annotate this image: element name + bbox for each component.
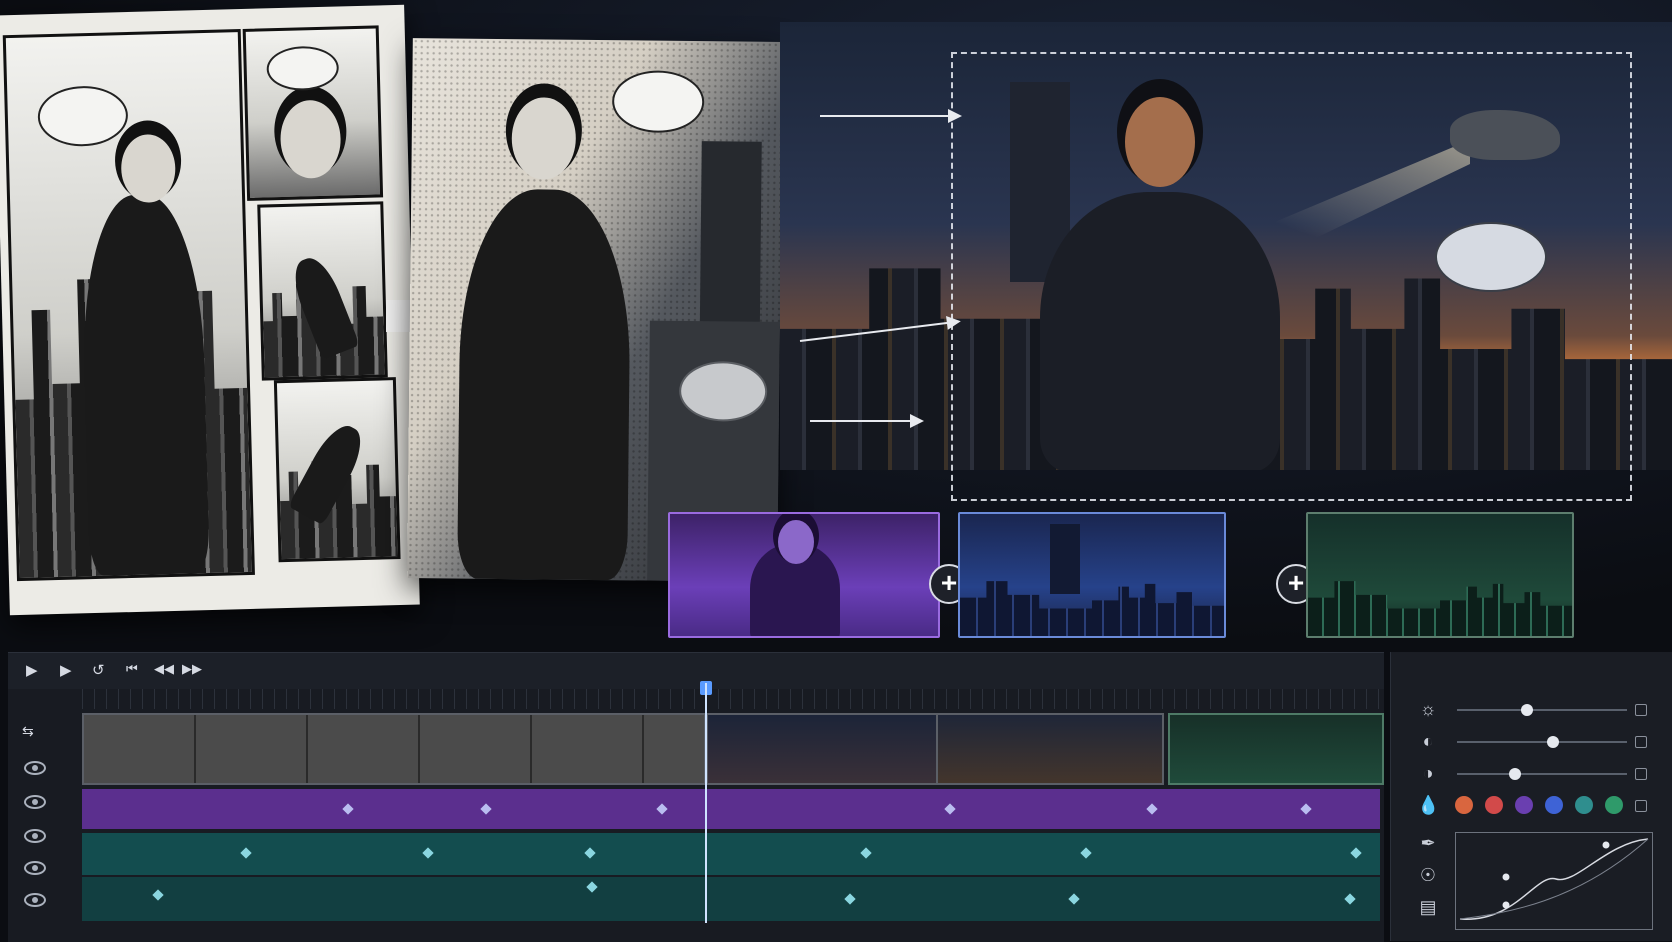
color-swatch[interactable] [1575,796,1593,814]
expand-icon[interactable] [1635,800,1647,812]
audio-track-lane-2[interactable] [82,877,1380,921]
keyframe[interactable] [422,847,434,859]
keyframe[interactable] [944,803,956,815]
timeline-clip-skyline[interactable] [1168,713,1384,785]
curve-point[interactable] [1502,901,1510,909]
keyframe[interactable] [1080,847,1092,859]
visibility-eye-icon[interactable] [24,761,46,775]
brightness-icon: ☼ [1419,699,1437,719]
timeline-ruler[interactable] [82,689,1384,709]
speech-bubble-gray [678,360,768,422]
brightness-slider-knob[interactable] [1521,704,1533,716]
rewind-icon[interactable]: ⏮ [126,661,138,677]
artwork-stage: + + [0,0,1672,650]
keyframe[interactable] [844,893,856,905]
tint-icon: 💧 [1417,795,1440,815]
toned-panel[interactable] [407,38,783,582]
tone-curve[interactable] [1456,833,1652,929]
timeline-clip-dusk[interactable] [936,713,1164,785]
color-swatch[interactable] [1455,796,1473,814]
keyframe[interactable] [152,889,164,901]
visibility-eye-icon[interactable] [24,893,46,907]
brightness-slider[interactable] [1457,704,1627,716]
comic-panel-action-2[interactable] [273,377,401,563]
crop-selection-frame[interactable] [951,52,1632,501]
comic-panel-action-1[interactable] [257,201,388,381]
reset-icon[interactable] [1635,704,1647,716]
flow-arrow [820,109,962,123]
transport-bar: ▶​ ▶ ↺ ⏮ ◀◀ ▶▶ [8,653,1384,689]
shadow-icon: ◑ [1422,763,1434,783]
contrast-slider-knob[interactable] [1547,736,1559,748]
contrast-slider[interactable] [1457,736,1627,748]
tone-curve-editor[interactable] [1455,832,1653,930]
flow-arrow [810,414,924,428]
keyframe[interactable] [656,803,668,815]
color-swatch[interactable] [1485,796,1503,814]
audio-track-lane-1[interactable] [82,833,1380,875]
visibility-eye-icon[interactable] [24,829,46,843]
layer-thumb-skyline[interactable] [1306,512,1574,638]
speech-bubble-small [266,45,340,92]
track-header-video: ⇆ [8,723,74,751]
prev-frame-icon[interactable]: ◀◀ [154,661,174,677]
contrast-icon: ◐ [1422,731,1434,751]
keyframe[interactable] [1344,893,1356,905]
layer-thumb-background[interactable] [958,512,1226,638]
keyframe[interactable] [1146,803,1158,815]
play-icon[interactable]: ▶ [60,661,72,679]
reset-icon[interactable] [1635,736,1647,748]
timeline-clip-night[interactable] [706,713,938,785]
compass-icon[interactable]: ☉ [1417,864,1439,886]
keyframe[interactable] [342,803,354,815]
keyframe[interactable] [1350,847,1362,859]
curve-point[interactable] [1502,873,1510,881]
shadows-slider-knob[interactable] [1509,768,1521,780]
comic-page[interactable] [0,4,420,616]
playhead[interactable] [705,683,707,923]
layer-thumb-character[interactable] [668,512,940,638]
visibility-eye-icon[interactable] [24,795,46,809]
speech-bubble [611,70,705,134]
keyframe[interactable] [1300,803,1312,815]
color-adjust-panel: ☼ ◐ ◑ 💧 ✒ ☉ ▤ [1390,652,1672,941]
timeline-editor: ▶​ ▶ ↺ ⏮ ◀◀ ▶▶ ⇆ [8,652,1384,942]
reset-icon[interactable] [1635,768,1647,780]
shadows-slider[interactable] [1457,768,1627,780]
loop-icon[interactable]: ↺ [92,661,105,679]
visibility-eye-icon[interactable] [24,861,46,875]
curve-point[interactable] [1602,841,1610,849]
color-swatch[interactable] [1605,796,1623,814]
speech-bubble [37,85,129,148]
comic-panel-main[interactable] [2,29,255,582]
keyframe[interactable] [1068,893,1080,905]
color-swatch[interactable] [1515,796,1533,814]
notes-icon[interactable]: ▤ [1417,896,1439,918]
keyframe[interactable] [240,847,252,859]
link-icon[interactable]: ⇆ [22,723,34,740]
keyframe[interactable] [480,803,492,815]
keyframe[interactable] [860,847,872,859]
step-back-icon[interactable]: ▶​ [26,661,38,679]
comic-panel-portrait[interactable] [242,25,384,201]
keyframe[interactable] [586,881,598,893]
color-swatch[interactable] [1545,796,1563,814]
fast-forward-icon[interactable]: ▶▶ [182,661,202,677]
eyedropper-icon[interactable]: ✒ [1417,832,1439,854]
keyframe[interactable] [584,847,596,859]
timeline-clip-sketch[interactable] [82,713,706,785]
fx-track-lane[interactable] [82,789,1380,829]
